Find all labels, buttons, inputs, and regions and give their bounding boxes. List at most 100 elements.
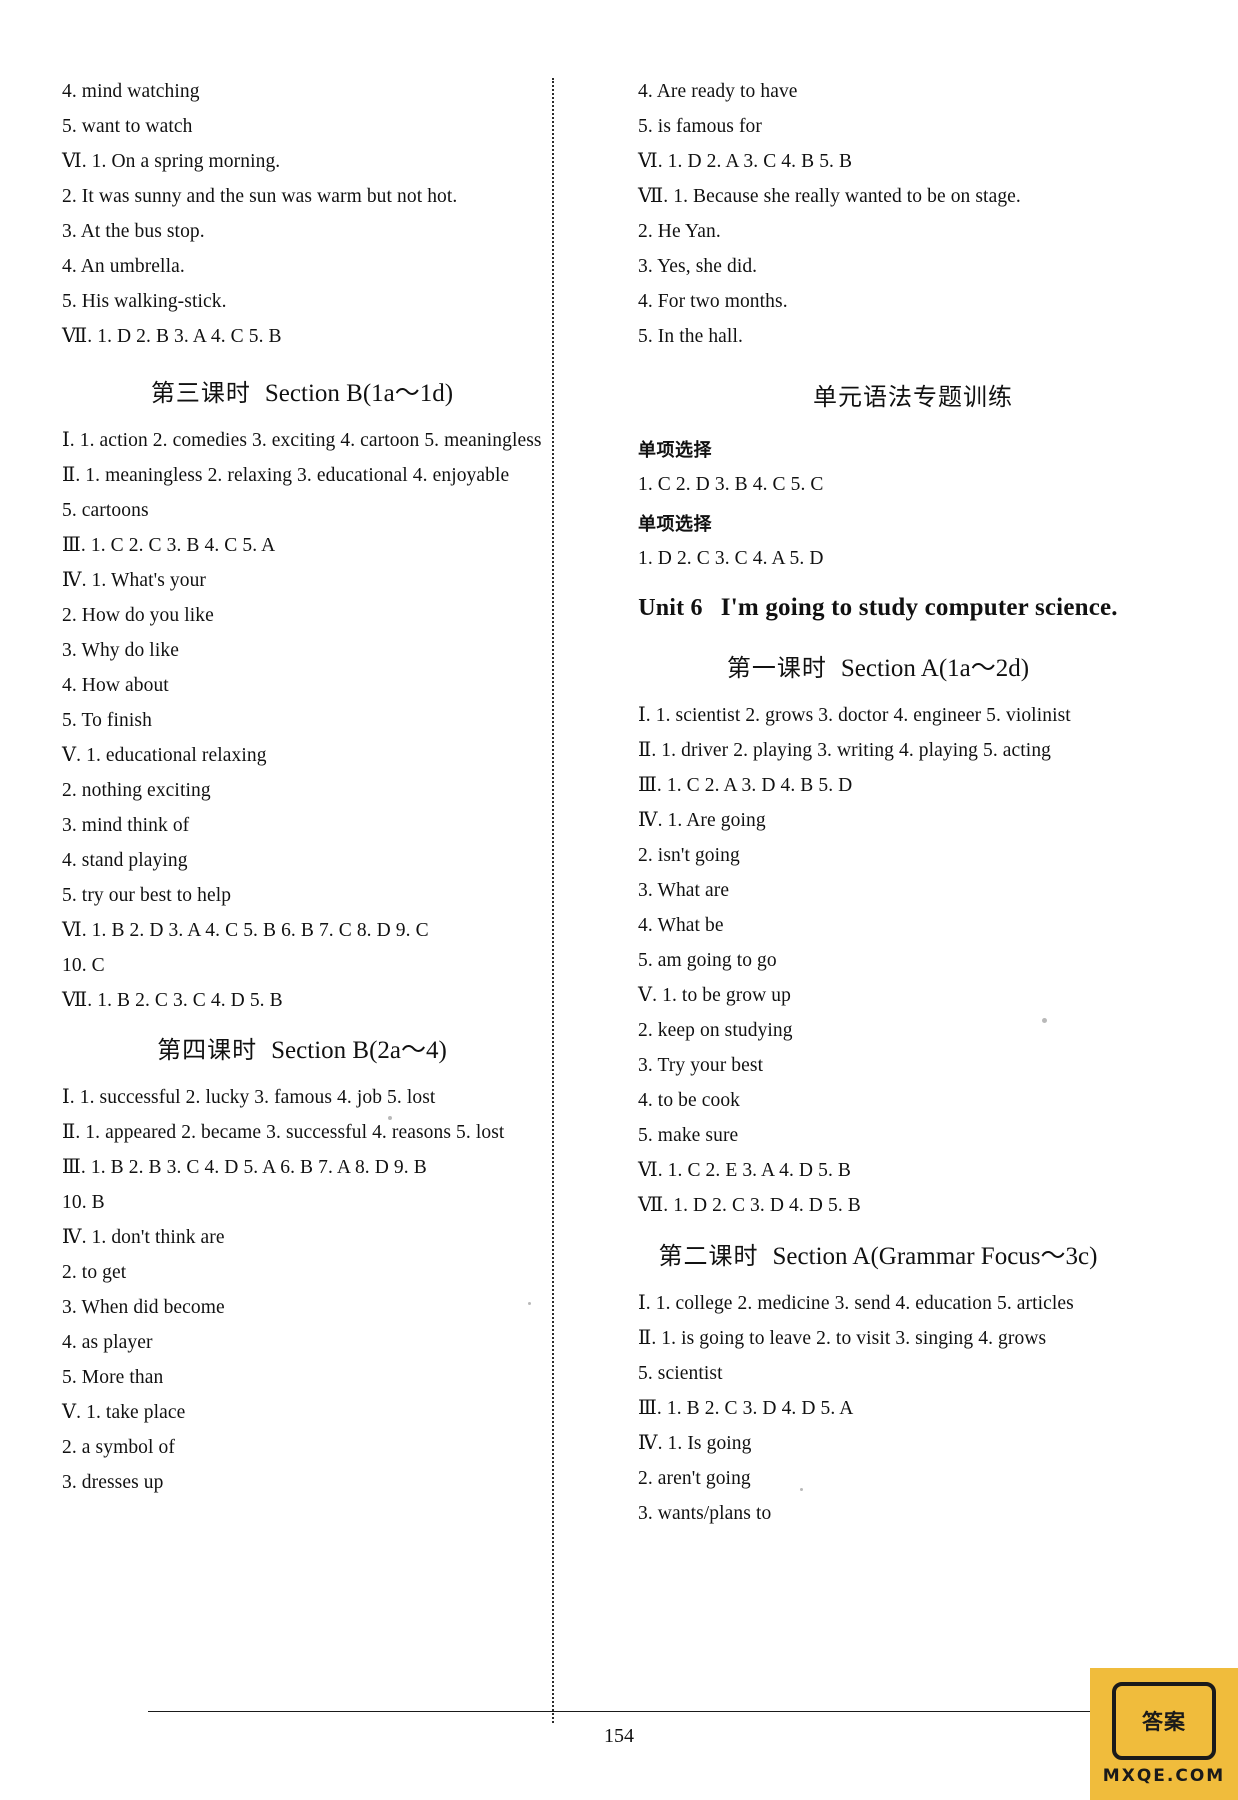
answer-line: Ⅱ. 1. is going to leave 2. to visit 3. s…	[638, 1327, 1047, 1349]
answer-line: Ⅱ. 1. driver 2. playing 3. writing 4. pl…	[638, 740, 1052, 761]
answer-line: Ⅵ. 1. C 2. E 3. A 4. D 5. B	[638, 1160, 852, 1181]
lesson-heading-4: 第四课时 Section B(2a～4)	[62, 1030, 542, 1066]
answer-line: Ⅰ. 1. scientist 2. grows 3. doctor 4. en…	[638, 705, 1071, 726]
answer-line: 4. as player	[62, 1332, 153, 1353]
right-column: 4. Are ready to have 5. is famous for Ⅵ.…	[612, 82, 1118, 1722]
answer-line: Ⅴ. 1. to be grow up	[638, 985, 792, 1006]
answer-line: Ⅳ. 1. What's your	[62, 569, 207, 591]
answer-line: Ⅰ. 1. successful 2. lucky 3. famous 4. j…	[62, 1087, 436, 1108]
answer-line: Ⅵ. 1. D 2. A 3. C 4. B 5. B	[638, 151, 853, 172]
answer-line: 4. to be cook	[638, 1090, 741, 1111]
scan-speck	[1042, 1018, 1047, 1023]
answer-line: Ⅰ. 1. action 2. comedies 3. exciting 4. …	[62, 429, 542, 451]
answer-line: 5. To finish	[62, 709, 152, 731]
watermark: 答案 MXQE.COM	[1090, 1668, 1238, 1800]
answer-line: Ⅶ. 1. D 2. C 3. D 4. D 5. B	[638, 1195, 861, 1216]
answer-line: 5. want to watch	[62, 116, 193, 137]
answer-line: Ⅱ. 1. meaningless 2. relaxing 3. educati…	[62, 464, 510, 486]
answer-line: 10. B	[62, 1192, 105, 1213]
answer-line: 1. D 2. C 3. C 4. A 5. D	[638, 547, 824, 569]
lesson-heading-en: Section B(2a～4)	[271, 1037, 447, 1064]
answer-line: 2. He Yan.	[638, 221, 721, 242]
scan-speck	[528, 1302, 531, 1305]
lesson-heading-en: Section A(Grammar Focus～3c)	[772, 1242, 1098, 1270]
answer-line: 2. It was sunny and the sun was warm but…	[62, 186, 458, 207]
answer-line: 5. In the hall.	[638, 326, 743, 347]
answer-line: Ⅳ. 1. Is going	[638, 1432, 752, 1454]
lesson-heading-2: 第二课时 Section A(Grammar Focus～3c)	[638, 1236, 1118, 1272]
answer-line: 3. mind think of	[62, 814, 190, 836]
answer-line: Ⅳ. 1. Are going	[638, 810, 766, 831]
answer-line: 5. is famous for	[638, 116, 762, 137]
answer-line: 2. keep on studying	[638, 1020, 793, 1041]
watermark-badge: 答案	[1112, 1682, 1216, 1760]
answer-line: 4. For two months.	[638, 291, 788, 312]
answer-line: Ⅲ. 1. C 2. C 3. B 4. C 5. A	[62, 534, 276, 556]
answer-line: 2. How do you like	[62, 604, 214, 626]
answer-line: 10. C	[62, 954, 105, 976]
lesson-heading-en: Section B(1a～1d)	[264, 379, 454, 407]
answer-key-page: 4. mind watching 5. want to watch Ⅵ. 1. …	[0, 0, 1238, 1800]
answer-line: 3. What are	[638, 880, 730, 901]
answer-line: 4. Are ready to have	[638, 81, 798, 102]
answer-line: 1. C 2. D 3. B 4. C 5. C	[638, 473, 824, 495]
answer-line: 5. scientist	[638, 1362, 723, 1384]
grammar-section-title: 单元语法专题训练	[813, 382, 1013, 411]
answer-line: Ⅰ. 1. college 2. medicine 3. send 4. edu…	[638, 1292, 1074, 1314]
two-column-body: 4. mind watching 5. want to watch Ⅵ. 1. …	[62, 82, 1172, 1722]
answer-line: Ⅶ. 1. D 2. B 3. A 4. C 5. B	[62, 326, 282, 347]
lesson-heading-cn: 第二课时	[658, 1241, 759, 1270]
answer-line: 3. wants/plans to	[638, 1502, 772, 1524]
answer-line: Ⅴ. 1. educational relaxing	[62, 744, 267, 766]
answer-line: Ⅲ. 1. B 2. C 3. D 4. D 5. A	[638, 1397, 854, 1419]
answer-line: 5. make sure	[638, 1125, 739, 1146]
answer-line: 5. try our best to help	[62, 884, 232, 906]
answer-line: Ⅵ. 1. On a spring morning.	[62, 151, 281, 172]
lesson-heading-cn: 第三课时	[150, 378, 251, 407]
answer-line: 4. How about	[62, 674, 169, 696]
answer-line: 2. a symbol of	[62, 1437, 175, 1458]
answer-line: 3. When did become	[62, 1297, 225, 1318]
footer-rule	[148, 1711, 1090, 1712]
left-column: 4. mind watching 5. want to watch Ⅵ. 1. …	[62, 82, 560, 1722]
answer-line: Ⅵ. 1. B 2. D 3. A 4. C 5. B 6. B 7. C 8.…	[62, 919, 429, 941]
answer-line: 4. An umbrella.	[62, 256, 185, 277]
answer-line: 5. cartoons	[62, 499, 149, 521]
answer-line: 3. Try your best	[638, 1055, 764, 1076]
answer-line: Ⅳ. 1. don't think are	[62, 1227, 225, 1248]
answer-line: 4. stand playing	[62, 849, 188, 871]
lesson-heading-cn: 第四课时	[157, 1036, 258, 1064]
answer-line: 3. dresses up	[62, 1472, 164, 1493]
answer-line: 5. More than	[62, 1367, 164, 1388]
answer-line: 4. What be	[638, 915, 724, 936]
lesson-heading-3: 第三课时 Section B(1a～1d)	[62, 373, 542, 409]
scan-speck	[388, 1116, 392, 1120]
page-number: 154	[604, 1725, 634, 1747]
grammar-block-heading: 单项选择	[638, 513, 712, 535]
unit-title: I'm going to study computer science.	[720, 594, 1118, 621]
answer-line: 5. His walking-stick.	[62, 291, 227, 312]
answer-line: Ⅴ. 1. take place	[62, 1402, 186, 1423]
answer-line: 3. At the bus stop.	[62, 221, 205, 242]
answer-line: 5. am going to go	[638, 950, 777, 971]
lesson-heading-1: 第一课时 Section A(1a～2d)	[638, 648, 1118, 684]
unit-heading: Unit 6 I'm going to study computer scienc…	[638, 594, 1118, 622]
grammar-block-heading: 单项选择	[638, 439, 712, 461]
answer-line: Ⅲ. 1. B 2. B 3. C 4. D 5. A 6. B 7. A 8.…	[62, 1157, 427, 1178]
scan-speck	[800, 1488, 803, 1491]
answer-line: Ⅶ. 1. B 2. C 3. C 4. D 5. B	[62, 989, 283, 1011]
answer-line: 3. Yes, she did.	[638, 256, 758, 277]
answer-line: Ⅱ. 1. appeared 2. became 3. successful 4…	[62, 1122, 505, 1143]
answer-line: 3. Why do like	[62, 639, 179, 661]
lesson-heading-en: Section A(1a～2d)	[840, 655, 1030, 682]
answer-line: 2. nothing exciting	[62, 779, 211, 801]
answer-line: 2. isn't going	[638, 845, 740, 866]
answer-line: Ⅲ. 1. C 2. A 3. D 4. B 5. D	[638, 775, 853, 796]
answer-line: Ⅶ. 1. Because she really wanted to be on…	[638, 186, 1021, 207]
answer-line: 2. to get	[62, 1262, 127, 1283]
answer-line: 2. aren't going	[638, 1467, 751, 1489]
lesson-heading-cn: 第一课时	[726, 654, 827, 682]
answer-line: 4. mind watching	[62, 81, 200, 102]
unit-label: Unit 6	[638, 595, 703, 621]
watermark-label: MXQE.COM	[1102, 1766, 1226, 1786]
